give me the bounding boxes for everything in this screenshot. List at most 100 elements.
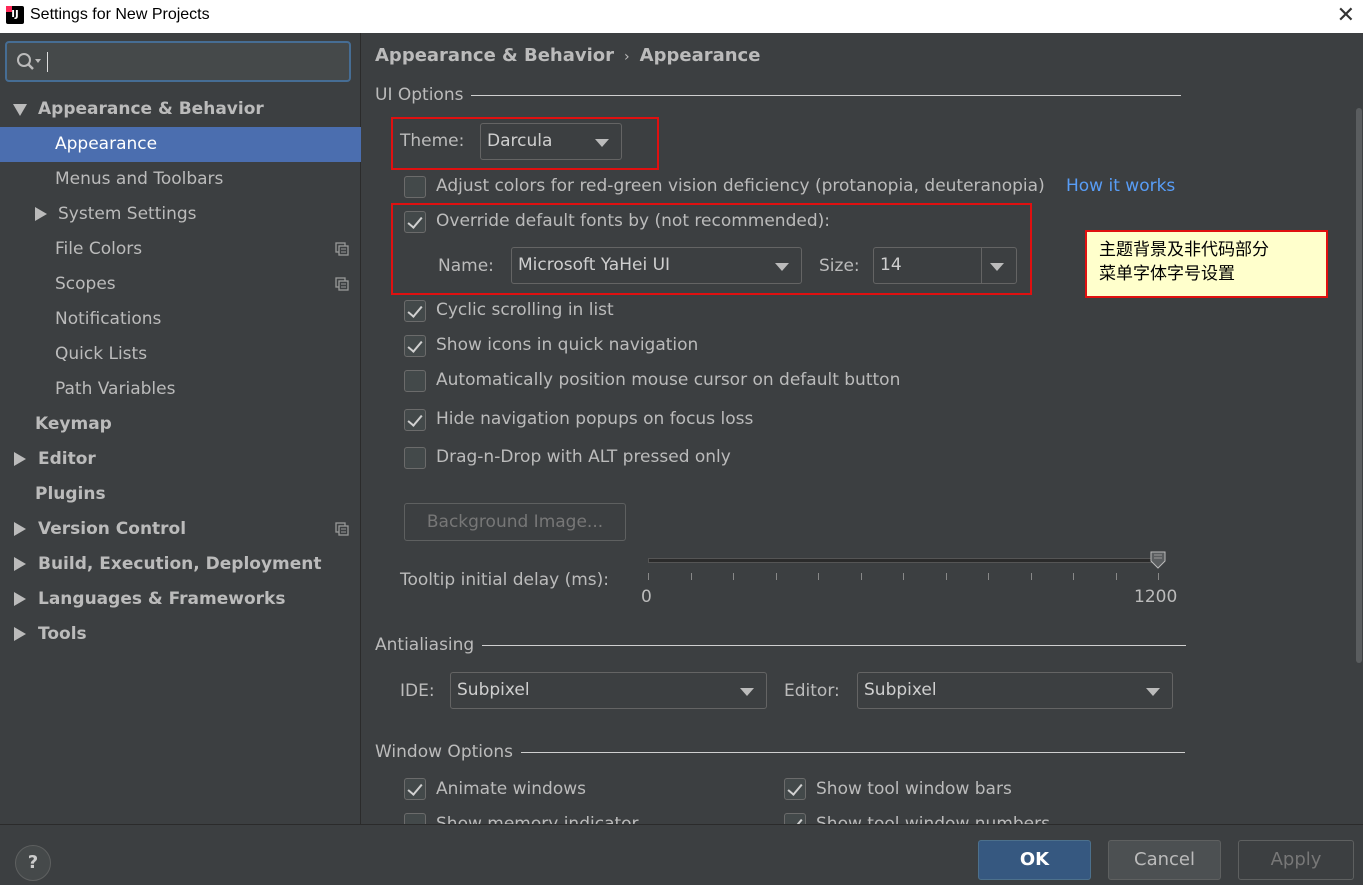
text-caret bbox=[47, 52, 48, 72]
memory-indicator-label: Show memory indicator bbox=[436, 814, 639, 824]
sidebar-item-label: Plugins bbox=[35, 484, 106, 504]
collapsed-arrow-icon[interactable] bbox=[14, 592, 26, 606]
scrollbar-thumb[interactable] bbox=[1356, 108, 1362, 663]
sidebar-item-notifications[interactable]: Notifications bbox=[0, 302, 361, 337]
sidebar-item-menus-toolbars[interactable]: Menus and Toolbars bbox=[0, 162, 361, 197]
chevron-down-icon bbox=[740, 688, 754, 696]
sidebar-item-label: System Settings bbox=[58, 204, 197, 224]
show-icons-checkbox[interactable] bbox=[404, 335, 426, 357]
window-options-group: Window Options bbox=[375, 742, 1186, 762]
sidebar-item-build-execution-deployment[interactable]: Build, Execution, Deployment bbox=[0, 547, 361, 582]
ui-options-group: UI Options bbox=[375, 85, 1182, 105]
editor-antialiasing-label: Editor: bbox=[784, 681, 840, 701]
animate-windows-label: Animate windows bbox=[436, 779, 586, 799]
tooltip-max-label: 1200 bbox=[1134, 587, 1178, 607]
search-input[interactable] bbox=[5, 41, 351, 82]
ide-antialiasing-value: Subpixel bbox=[457, 680, 530, 700]
ide-antialiasing-label: IDE: bbox=[400, 681, 435, 701]
breadcrumb-separator: › bbox=[624, 49, 630, 65]
highlight-box-fonts bbox=[391, 203, 1032, 295]
ok-button[interactable]: OK bbox=[978, 840, 1091, 880]
sidebar-item-version-control[interactable]: Version Control bbox=[0, 512, 361, 547]
sidebar-item-label: Menus and Toolbars bbox=[55, 169, 224, 189]
sidebar-item-languages-frameworks[interactable]: Languages & Frameworks bbox=[0, 582, 361, 617]
slider-tick bbox=[1073, 573, 1074, 580]
sidebar-item-label: Tools bbox=[38, 624, 87, 644]
cyclic-scrolling-checkbox[interactable] bbox=[404, 300, 426, 322]
sidebar-item-tools[interactable]: Tools bbox=[0, 617, 361, 652]
drag-drop-label: Drag-n-Drop with ALT pressed only bbox=[436, 447, 731, 467]
editor-antialiasing-select[interactable]: Subpixel bbox=[857, 672, 1173, 709]
hide-popups-checkbox[interactable] bbox=[404, 409, 426, 431]
callout-line-1: 主题背景及非代码部分 bbox=[1099, 240, 1269, 260]
highlight-box-theme bbox=[391, 117, 659, 170]
tool-window-bars-label: Show tool window bars bbox=[816, 779, 1012, 799]
sidebar-item-system-settings[interactable]: System Settings bbox=[0, 197, 361, 232]
sidebar-item-appearance-behavior[interactable]: Appearance & Behavior bbox=[0, 92, 361, 127]
sidebar-item-appearance[interactable]: Appearance bbox=[0, 127, 361, 162]
slider-thumb[interactable] bbox=[1150, 551, 1166, 569]
sidebar-item-plugins[interactable]: Plugins bbox=[0, 477, 361, 512]
sidebar-item-label: Notifications bbox=[55, 309, 162, 329]
slider-tick bbox=[903, 573, 904, 580]
drag-drop-checkbox[interactable] bbox=[404, 447, 426, 469]
sidebar-item-label: Languages & Frameworks bbox=[38, 589, 286, 609]
intellij-app-icon: IJ bbox=[6, 6, 24, 24]
sidebar-item-file-colors[interactable]: File Colors bbox=[0, 232, 361, 267]
project-copy-icon bbox=[335, 242, 349, 256]
group-title: UI Options bbox=[375, 85, 464, 105]
group-divider bbox=[471, 94, 1182, 96]
slider-tick bbox=[945, 573, 947, 580]
expand-arrow-icon[interactable] bbox=[13, 104, 27, 116]
collapsed-arrow-icon[interactable] bbox=[14, 627, 26, 641]
slider-tick bbox=[1158, 573, 1159, 580]
sidebar-item-label: Version Control bbox=[38, 519, 187, 539]
sidebar-item-scopes[interactable]: Scopes bbox=[0, 267, 361, 302]
dialog-footer: ? OK Cancel Apply bbox=[0, 824, 1363, 885]
title-bar: IJ Settings for New Projects ✕ bbox=[0, 0, 1363, 33]
search-icon bbox=[17, 53, 41, 70]
group-divider bbox=[482, 644, 1187, 646]
sidebar-item-keymap[interactable]: Keymap bbox=[0, 407, 361, 442]
memory-indicator-checkbox[interactable] bbox=[404, 813, 426, 824]
sidebar-item-label: File Colors bbox=[55, 239, 143, 259]
sidebar-item-path-variables[interactable]: Path Variables bbox=[0, 372, 361, 407]
tool-window-numbers-checkbox[interactable] bbox=[784, 813, 806, 824]
tooltip-delay-slider[interactable] bbox=[648, 558, 1158, 563]
sidebar-item-label: Editor bbox=[38, 449, 96, 469]
hide-popups-label: Hide navigation popups on focus loss bbox=[436, 409, 754, 429]
tool-window-bars-checkbox[interactable] bbox=[784, 778, 806, 800]
tooltip-delay-label: Tooltip initial delay (ms): bbox=[400, 570, 610, 590]
collapsed-arrow-icon[interactable] bbox=[14, 522, 26, 536]
sidebar-item-label: Path Variables bbox=[55, 379, 176, 399]
ide-antialiasing-select[interactable]: Subpixel bbox=[450, 672, 767, 709]
animate-windows-checkbox[interactable] bbox=[404, 778, 426, 800]
slider-tick bbox=[1030, 573, 1032, 580]
how-it-works-link[interactable]: How it works bbox=[1066, 176, 1175, 196]
settings-content: Appearance & Behavior › Appearance UI Opti… bbox=[362, 33, 1363, 824]
breadcrumb-current: Appearance bbox=[639, 45, 761, 66]
adjust-colors-checkbox[interactable] bbox=[404, 176, 426, 198]
cancel-button[interactable]: Cancel bbox=[1108, 840, 1221, 880]
collapsed-arrow-icon[interactable] bbox=[35, 207, 47, 221]
background-image-button[interactable]: Background Image... bbox=[404, 503, 626, 541]
auto-position-checkbox[interactable] bbox=[404, 370, 426, 392]
project-copy-icon bbox=[335, 522, 349, 536]
annotation-callout: 主题背景及非代码部分 菜单字体字号设置 bbox=[1085, 230, 1328, 298]
collapsed-arrow-icon[interactable] bbox=[14, 452, 26, 466]
slider-tick bbox=[733, 573, 734, 580]
collapsed-arrow-icon[interactable] bbox=[14, 557, 26, 571]
group-title: Antialiasing bbox=[375, 635, 475, 655]
project-copy-icon bbox=[335, 277, 349, 291]
close-icon[interactable]: ✕ bbox=[1337, 3, 1355, 28]
tool-window-numbers-label: Show tool window numbers bbox=[816, 814, 1050, 824]
show-icons-label: Show icons in quick navigation bbox=[436, 335, 699, 355]
slider-tick bbox=[988, 573, 989, 580]
window-title: Settings for New Projects bbox=[30, 6, 210, 23]
sidebar-item-editor[interactable]: Editor bbox=[0, 442, 361, 477]
sidebar-item-quick-lists[interactable]: Quick Lists bbox=[0, 337, 361, 372]
help-button[interactable]: ? bbox=[15, 845, 51, 881]
apply-button[interactable]: Apply bbox=[1238, 840, 1354, 880]
breadcrumb-parent[interactable]: Appearance & Behavior bbox=[375, 45, 614, 66]
content-scrollbar[interactable] bbox=[1353, 68, 1363, 663]
